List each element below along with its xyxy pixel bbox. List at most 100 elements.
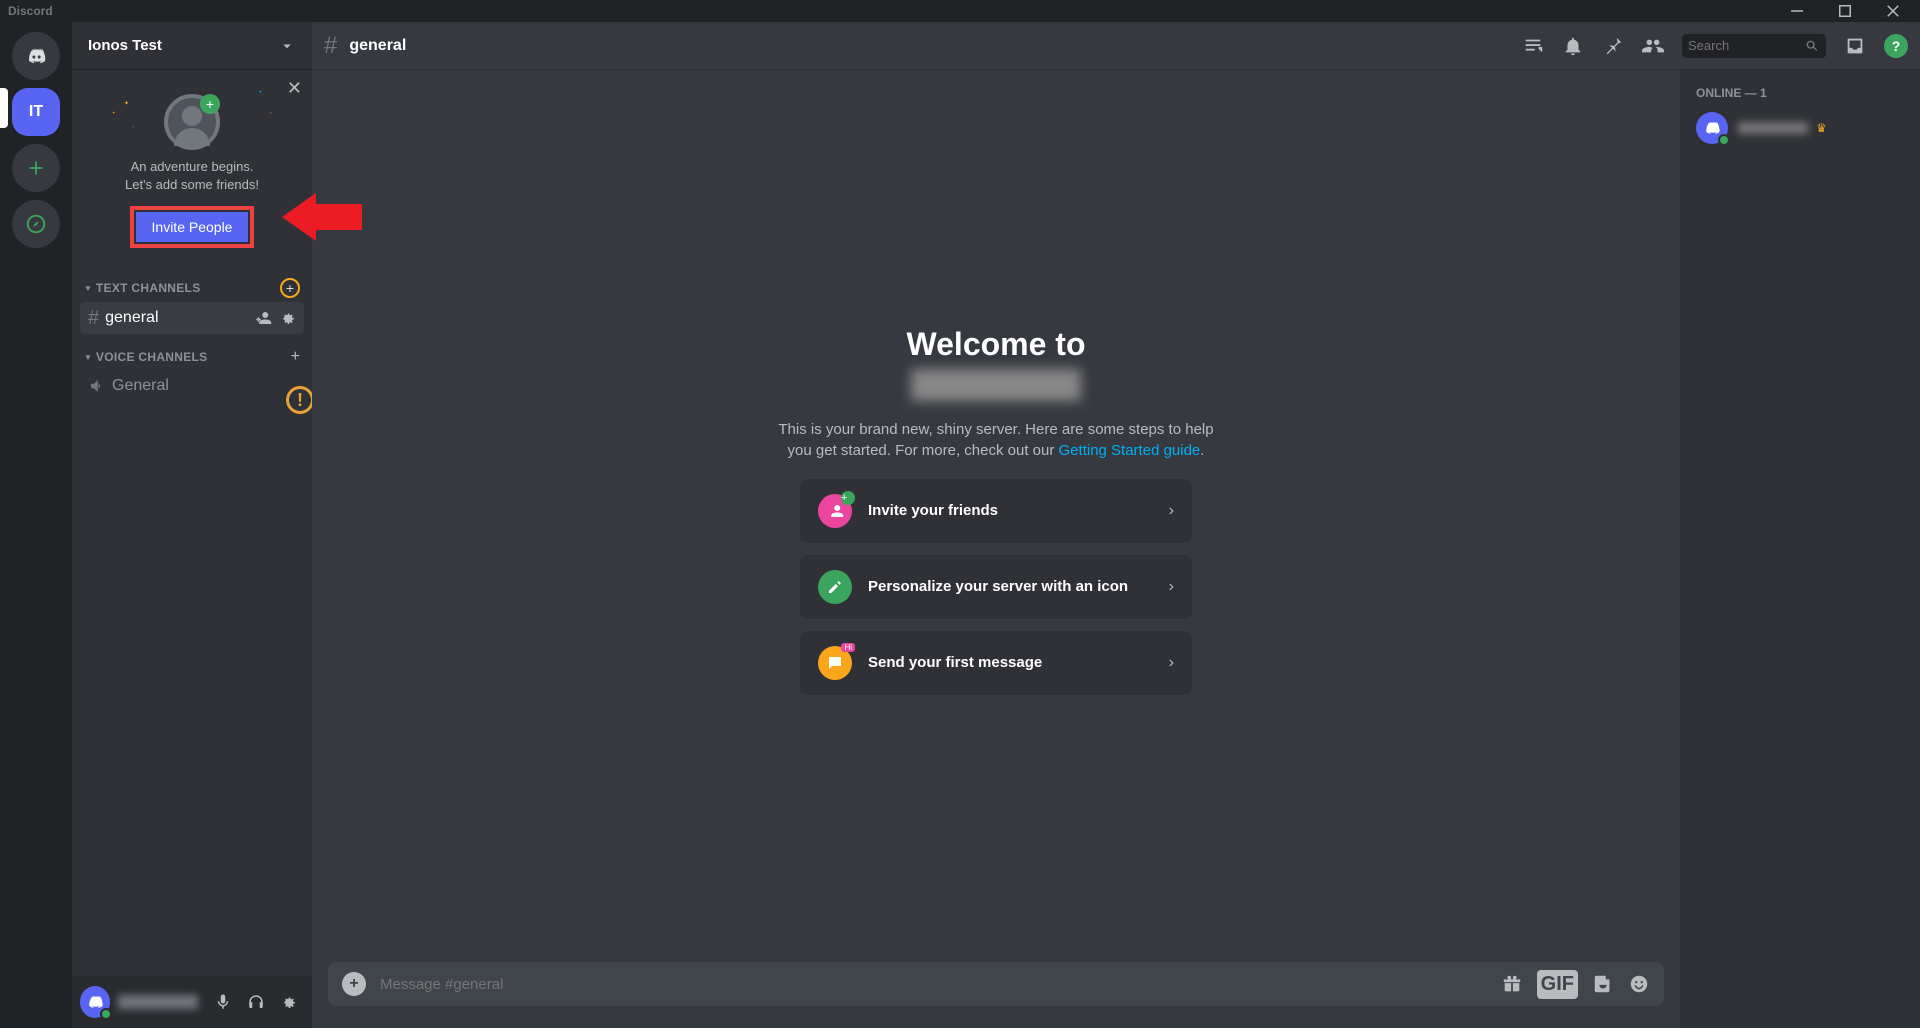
- explore-servers-button[interactable]: [12, 200, 60, 248]
- invite-highlight-box: Invite People: [130, 206, 255, 248]
- voice-channel-general[interactable]: General: [80, 370, 304, 402]
- gif-button[interactable]: GIF: [1537, 970, 1578, 999]
- self-avatar[interactable]: [80, 986, 110, 1018]
- add-server-button[interactable]: [12, 144, 60, 192]
- welcome-panel: Welcome to This is your brand new, shiny…: [312, 70, 1680, 962]
- server-header[interactable]: Ionos Test: [72, 22, 312, 70]
- personalize-icon: [818, 570, 852, 604]
- messages-area: Welcome to This is your brand new, shiny…: [312, 70, 1680, 1028]
- pinned-messages-button[interactable]: [1602, 35, 1624, 57]
- main-content: # general ? We: [312, 22, 1920, 1028]
- server-rail: IT: [0, 22, 72, 1028]
- notifications-button[interactable]: [1562, 35, 1584, 57]
- owner-crown-icon: ♛: [1816, 121, 1827, 135]
- home-button[interactable]: [12, 32, 60, 80]
- create-voice-channel-button[interactable]: +: [291, 348, 300, 366]
- chevron-right-icon: ›: [1169, 502, 1174, 520]
- chevron-down-icon: [278, 37, 296, 55]
- mute-button[interactable]: [214, 993, 239, 1011]
- server-name: Ionos Test: [88, 37, 162, 54]
- plus-badge-icon: +: [200, 94, 220, 114]
- help-button[interactable]: ?: [1884, 34, 1908, 58]
- chat-icon: Hi: [818, 646, 852, 680]
- welcome-title: Welcome to: [907, 326, 1086, 363]
- invite-illustration: +: [164, 94, 220, 150]
- category-voice-channels[interactable]: ▼ VOICE CHANNELS +: [80, 334, 304, 370]
- channel-name: general: [105, 309, 158, 327]
- deafen-button[interactable]: [247, 993, 272, 1011]
- window-titlebar: Discord: [0, 0, 1920, 22]
- gear-icon: [279, 993, 297, 1011]
- sticker-icon: [1592, 973, 1614, 995]
- plus-icon: [25, 157, 47, 179]
- members-panel: ONLINE — 1 ♛: [1680, 70, 1920, 1028]
- members-header: ONLINE — 1: [1688, 86, 1912, 108]
- microphone-icon: [214, 993, 232, 1011]
- pin-icon: [1602, 35, 1624, 57]
- window-maximize-button[interactable]: [1836, 2, 1864, 20]
- category-label: VOICE CHANNELS: [96, 350, 208, 364]
- discord-logo-icon: [1703, 119, 1721, 137]
- bell-icon: [1562, 35, 1584, 57]
- member-avatar: [1696, 112, 1728, 144]
- member-list-button[interactable]: [1642, 35, 1664, 57]
- server-initials: IT: [29, 103, 43, 121]
- topbar-channel-name: general: [349, 37, 406, 55]
- attach-button[interactable]: +: [342, 972, 366, 996]
- invite-friends-icon: +: [818, 494, 852, 528]
- self-username: [118, 995, 198, 1009]
- gift-button[interactable]: [1501, 973, 1523, 995]
- welcome-card-invite[interactable]: + Invite your friends ›: [800, 479, 1192, 543]
- invite-text-2: Let's add some friends!: [125, 177, 259, 192]
- welcome-description: This is your brand new, shiny server. He…: [776, 419, 1216, 461]
- emoji-button[interactable]: [1628, 973, 1650, 995]
- message-composer[interactable]: + GIF: [328, 962, 1664, 1006]
- search-box[interactable]: [1682, 34, 1826, 58]
- gift-icon: [1501, 973, 1523, 995]
- category-label: TEXT CHANNELS: [96, 281, 201, 295]
- notice-badge-icon: [286, 386, 312, 414]
- category-text-channels[interactable]: ▼ TEXT CHANNELS +: [80, 264, 304, 302]
- inbox-button[interactable]: [1844, 35, 1866, 57]
- channel-sidebar: Ionos Test ✕ ✦ ✦ ○ + ○ + An adventure be…: [72, 22, 312, 1028]
- member-row[interactable]: ♛: [1688, 108, 1912, 148]
- member-name-redacted: [1738, 122, 1808, 134]
- invite-people-button[interactable]: Invite People: [136, 212, 249, 242]
- chevron-down-icon: ▼: [84, 284, 92, 293]
- welcome-card-personalize[interactable]: Personalize your server with an icon ›: [800, 555, 1192, 619]
- channel-list: ▼ TEXT CHANNELS + # general ▼ VOICE CHAN…: [72, 264, 312, 976]
- compass-icon: [25, 213, 47, 235]
- discord-logo-icon: [25, 45, 47, 67]
- inbox-icon: [1844, 35, 1866, 57]
- headphones-icon: [247, 993, 265, 1011]
- close-icon[interactable]: ✕: [287, 78, 302, 99]
- chevron-right-icon: ›: [1169, 578, 1174, 596]
- create-text-channel-button[interactable]: +: [280, 278, 300, 298]
- search-icon: [1804, 37, 1820, 55]
- hash-icon: #: [324, 32, 337, 60]
- emoji-icon: [1628, 973, 1650, 995]
- server-active-pill: [0, 88, 8, 128]
- message-input[interactable]: [380, 976, 1487, 993]
- sticker-button[interactable]: [1592, 973, 1614, 995]
- channel-general[interactable]: # general: [80, 302, 304, 334]
- user-panel: [72, 976, 312, 1028]
- invite-text-1: An adventure begins.: [131, 159, 254, 174]
- search-input[interactable]: [1688, 38, 1804, 53]
- welcome-card-send-message[interactable]: Hi Send your first message ›: [800, 631, 1192, 695]
- app-brand: Discord: [8, 4, 53, 18]
- channel-topbar: # general ?: [312, 22, 1920, 70]
- getting-started-link[interactable]: Getting Started guide: [1059, 442, 1201, 459]
- chevron-down-icon: ▼: [84, 353, 92, 362]
- create-invite-icon[interactable]: [254, 309, 272, 327]
- server-button-current[interactable]: IT: [12, 88, 60, 136]
- card-label: Invite your friends: [868, 502, 998, 519]
- channel-settings-icon[interactable]: [278, 309, 296, 327]
- window-minimize-button[interactable]: [1788, 2, 1816, 20]
- window-close-button[interactable]: [1884, 2, 1912, 20]
- threads-button[interactable]: [1522, 35, 1544, 57]
- hash-icon: #: [88, 307, 99, 330]
- user-settings-button[interactable]: [279, 993, 304, 1011]
- channel-name: General: [112, 377, 169, 395]
- welcome-server-name-redacted: [911, 369, 1081, 401]
